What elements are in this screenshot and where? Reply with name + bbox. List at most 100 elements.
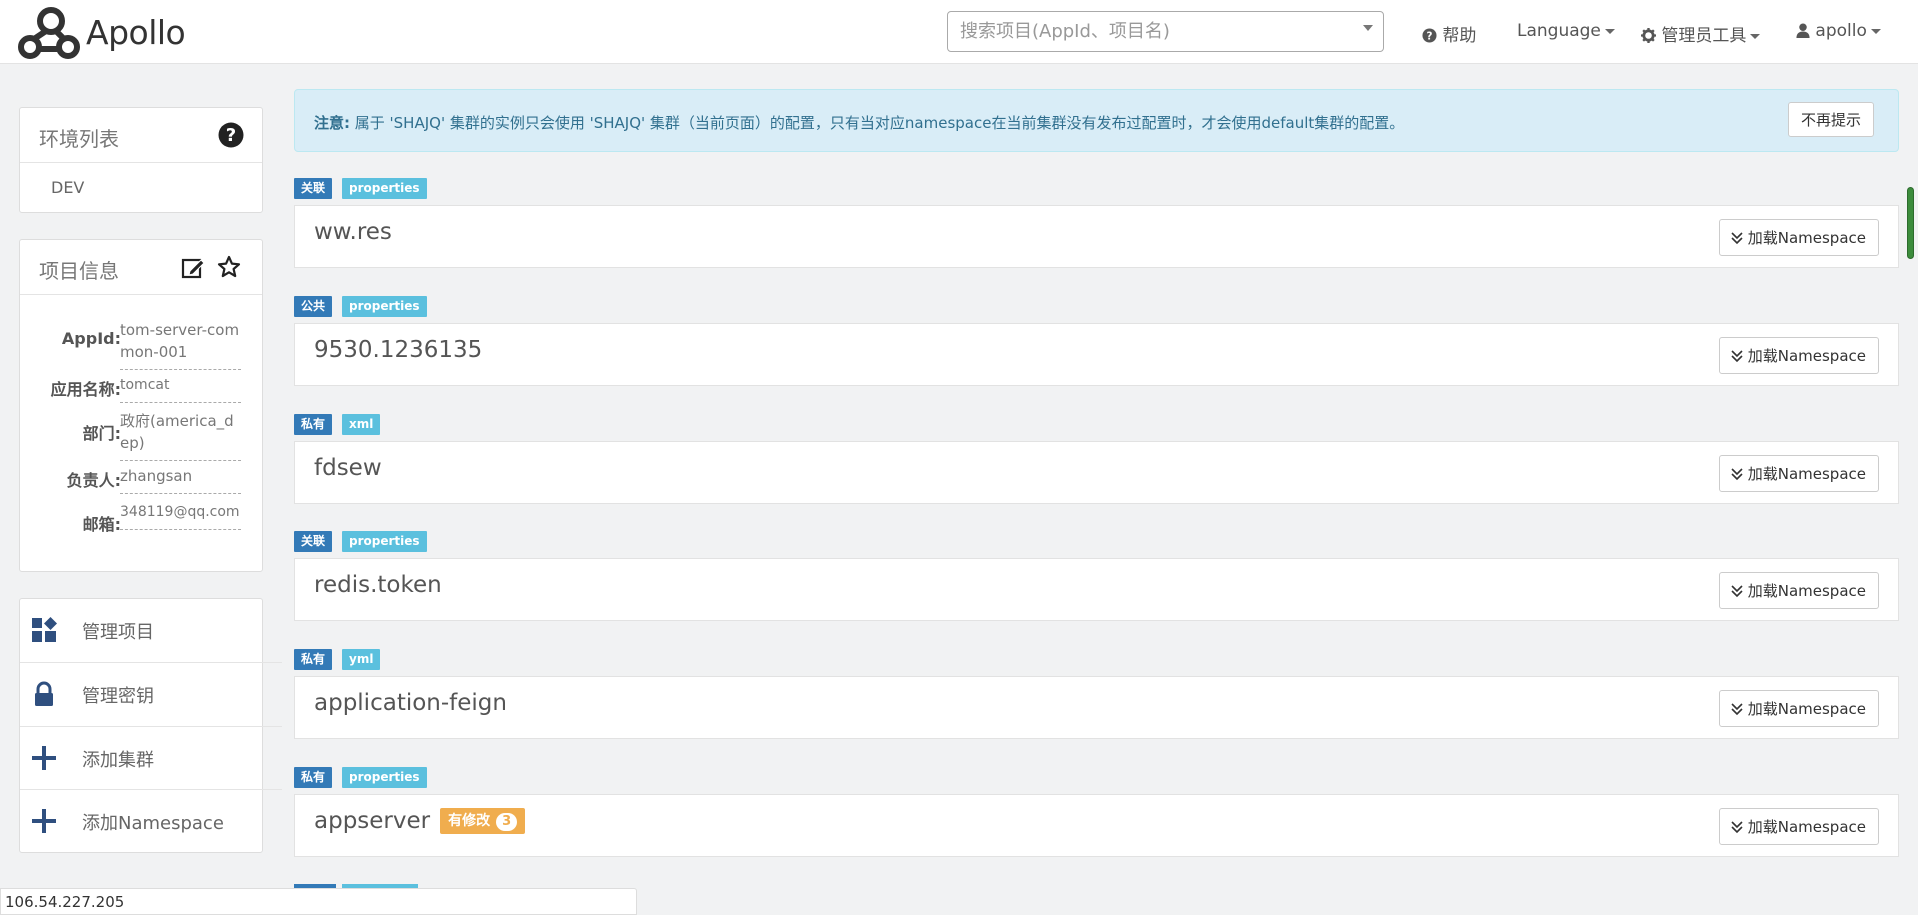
add-cluster-label: 添加集群 bbox=[82, 750, 154, 771]
info-label: 部门: bbox=[82, 424, 121, 443]
plus-icon bbox=[32, 809, 56, 833]
namespace-name: application-feign bbox=[314, 690, 507, 716]
namespace-name-text: appserver bbox=[314, 808, 431, 834]
load-namespace-button[interactable]: 加载Namespace bbox=[1718, 455, 1879, 492]
load-namespace-button[interactable]: 加载Namespace bbox=[1718, 808, 1879, 845]
namespace-name: 9530.1236135 bbox=[314, 337, 483, 363]
scrollbar-thumb[interactable] bbox=[1907, 187, 1914, 259]
help-label: 帮助 bbox=[1442, 26, 1477, 46]
gear-icon bbox=[1641, 28, 1656, 43]
load-namespace-button[interactable]: 加载Namespace bbox=[1718, 337, 1879, 374]
notice-text: 注意: 属于 'SHAJQ' 集群的实例只会使用 'SHAJQ' 集群（当前页面… bbox=[314, 112, 1404, 133]
language-dropdown[interactable]: Language bbox=[1517, 21, 1615, 41]
namespace-format-badge: properties bbox=[342, 767, 427, 788]
env-item-dev[interactable]: DEV bbox=[51, 178, 84, 197]
add-namespace-label: 添加Namespace bbox=[82, 813, 224, 834]
modified-label: 有修改 bbox=[448, 813, 491, 829]
load-namespace-label: 加载Namespace bbox=[1747, 700, 1866, 718]
double-chevron-down-icon bbox=[1731, 584, 1743, 597]
double-chevron-down-icon bbox=[1731, 231, 1743, 244]
lock-icon bbox=[35, 681, 53, 706]
namespace-format-badge: yml bbox=[342, 649, 381, 670]
namespace-format-badge: xml bbox=[342, 414, 381, 435]
project-search-box[interactable] bbox=[947, 11, 1384, 52]
svg-text:?: ? bbox=[1427, 30, 1433, 42]
double-chevron-down-icon bbox=[1731, 820, 1743, 833]
manage-secret-button[interactable]: 管理密钥 bbox=[20, 662, 282, 725]
admin-tools-label: 管理员工具 bbox=[1661, 26, 1747, 46]
namespace-header[interactable]: 9530.1236135 加载Namespace bbox=[294, 323, 1899, 386]
info-value: zhangsan bbox=[120, 465, 241, 494]
info-label: 应用名称: bbox=[50, 380, 121, 399]
modified-badge: 有修改 3 bbox=[440, 808, 526, 834]
load-namespace-label: 加载Namespace bbox=[1747, 582, 1866, 600]
namespace-type-badge: 关联 bbox=[294, 531, 333, 552]
info-value: tomcat bbox=[120, 374, 241, 403]
chevron-down-icon[interactable] bbox=[1363, 25, 1373, 31]
load-namespace-label: 加载Namespace bbox=[1747, 465, 1866, 483]
brand-name[interactable]: Apollo bbox=[86, 13, 186, 52]
namespace-header[interactable]: application-feign 加载Namespace bbox=[294, 676, 1899, 739]
edit-icon[interactable] bbox=[181, 256, 205, 280]
plus-icon bbox=[32, 746, 56, 770]
add-namespace-button[interactable]: 添加Namespace bbox=[20, 789, 282, 852]
notice-prefix: 注意: bbox=[314, 114, 350, 132]
env-list-title: 环境列表 bbox=[39, 127, 119, 151]
dismiss-notice-button[interactable]: 不再提示 bbox=[1787, 102, 1874, 137]
namespace-header[interactable]: fdsew 加载Namespace bbox=[294, 441, 1899, 504]
manage-project-label: 管理项目 bbox=[82, 622, 154, 643]
caret-down-icon bbox=[1604, 28, 1615, 34]
modified-count: 3 bbox=[496, 813, 518, 831]
double-chevron-down-icon bbox=[1731, 702, 1743, 715]
load-namespace-label: 加载Namespace bbox=[1747, 347, 1866, 365]
user-dropdown[interactable]: apollo bbox=[1796, 21, 1881, 41]
namespace-header[interactable]: ww.res 加载Namespace bbox=[294, 205, 1899, 268]
notice-body: 属于 'SHAJQ' 集群的实例只会使用 'SHAJQ' 集群（当前页面）的配置… bbox=[350, 114, 1405, 132]
namespace-header[interactable]: appserver 有修改 3 加载Namespace bbox=[294, 794, 1899, 857]
namespace-type-badge: 私有 bbox=[294, 649, 333, 670]
divider bbox=[20, 294, 262, 295]
load-namespace-label: 加载Namespace bbox=[1747, 818, 1866, 836]
manage-project-button[interactable]: 管理项目 bbox=[20, 599, 282, 662]
top-navbar: Apollo ? 帮助 Language 管理员工具 apollo bbox=[0, 0, 1918, 64]
caret-down-icon bbox=[1870, 28, 1881, 34]
dashboard-icon bbox=[32, 617, 57, 642]
question-circle-icon: ? bbox=[1422, 28, 1437, 43]
env-list-panel: 环境列表 ? DEV bbox=[19, 107, 263, 213]
search-input[interactable] bbox=[958, 12, 1352, 51]
namespace-type-badge: 关联 bbox=[294, 178, 333, 199]
help-circle-icon[interactable]: ? bbox=[218, 122, 244, 148]
help-link[interactable]: ? 帮助 bbox=[1422, 21, 1476, 46]
apollo-logo-icon[interactable] bbox=[16, 4, 86, 60]
info-label: 负责人: bbox=[66, 471, 121, 490]
load-namespace-label: 加载Namespace bbox=[1747, 229, 1866, 247]
user-icon bbox=[1796, 23, 1810, 38]
info-label: 邮箱: bbox=[82, 515, 121, 534]
status-bar: 106.54.227.205 bbox=[0, 888, 637, 915]
namespace-name: fdsew bbox=[314, 455, 382, 481]
load-namespace-button[interactable]: 加载Namespace bbox=[1718, 219, 1879, 256]
manage-secret-label: 管理密钥 bbox=[82, 686, 154, 707]
load-namespace-button[interactable]: 加载Namespace bbox=[1718, 690, 1879, 727]
namespace-header[interactable]: redis.token 加载Namespace bbox=[294, 558, 1899, 621]
add-cluster-button[interactable]: 添加集群 bbox=[20, 726, 282, 789]
actions-panel: 管理项目 管理密钥 添加集群 添加Namespace bbox=[19, 598, 282, 853]
divider bbox=[20, 162, 262, 163]
namespace-name: appserver 有修改 3 bbox=[314, 808, 526, 834]
user-name: apollo bbox=[1815, 21, 1867, 41]
admin-tools-dropdown[interactable]: 管理员工具 bbox=[1641, 21, 1761, 46]
project-info-panel: 项目信息 AppId: tom-server-common-001 应用名称: … bbox=[19, 239, 263, 572]
namespace-type-badge: 公共 bbox=[294, 296, 333, 317]
double-chevron-down-icon bbox=[1731, 349, 1743, 362]
namespace-type-badge: 私有 bbox=[294, 414, 333, 435]
namespace-type-badge: 私有 bbox=[294, 767, 333, 788]
namespace-name: redis.token bbox=[314, 572, 442, 598]
caret-down-icon bbox=[1750, 33, 1761, 39]
star-icon[interactable] bbox=[217, 255, 241, 279]
info-value: tom-server-common-001 bbox=[120, 319, 241, 370]
load-namespace-button[interactable]: 加载Namespace bbox=[1718, 572, 1879, 609]
svg-text:?: ? bbox=[226, 125, 236, 146]
cluster-notice-alert: 注意: 属于 'SHAJQ' 集群的实例只会使用 'SHAJQ' 集群（当前页面… bbox=[294, 89, 1899, 152]
info-label: AppId: bbox=[61, 329, 121, 348]
namespace-format-badge: properties bbox=[342, 178, 427, 199]
